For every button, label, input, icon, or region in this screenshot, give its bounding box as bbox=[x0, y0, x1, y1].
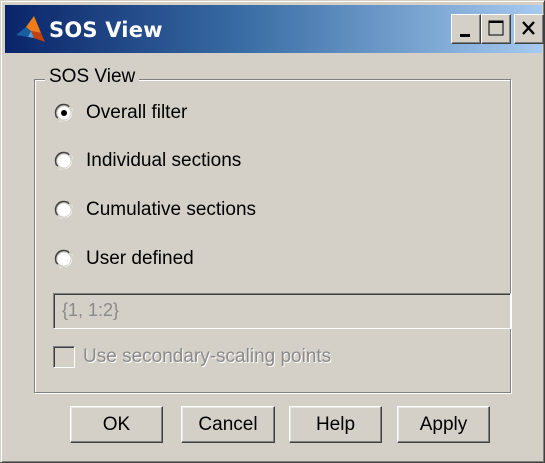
maximize-icon bbox=[488, 20, 504, 36]
window-title: SOS View bbox=[49, 18, 163, 42]
ok-button[interactable]: OK bbox=[70, 406, 163, 443]
minimize-icon bbox=[460, 34, 470, 37]
radio-label: Cumulative sections bbox=[86, 199, 257, 220]
title-bar[interactable]: SOS View bbox=[5, 5, 544, 53]
close-button[interactable] bbox=[514, 14, 544, 44]
radio-label: Overall filter bbox=[86, 102, 188, 123]
matlab-logo-icon bbox=[16, 16, 45, 42]
radio-cumulative-sections[interactable]: Cumulative sections bbox=[53, 196, 256, 224]
user-defined-sections-input[interactable]: {1, 1:2} bbox=[53, 293, 511, 329]
maximize-button[interactable] bbox=[481, 14, 511, 44]
secondary-scaling-label: Use secondary-scaling points bbox=[83, 346, 332, 367]
help-button[interactable]: Help bbox=[289, 406, 382, 443]
radio-selected-icon bbox=[54, 103, 74, 123]
radio-user-defined[interactable]: User defined bbox=[53, 245, 194, 273]
apply-button[interactable]: Apply bbox=[397, 406, 490, 443]
secondary-scaling-checkbox[interactable] bbox=[53, 346, 75, 368]
radio-individual-sections[interactable]: Individual sections bbox=[53, 147, 241, 175]
radio-unselected-icon bbox=[54, 249, 74, 269]
radio-label: Individual sections bbox=[86, 150, 242, 171]
radio-overall-filter[interactable]: Overall filter bbox=[53, 99, 187, 127]
radio-unselected-icon bbox=[54, 200, 74, 220]
cancel-button[interactable]: Cancel bbox=[181, 406, 275, 443]
groupbox-label: SOS View bbox=[45, 64, 140, 90]
secondary-scaling-checkbox-row[interactable]: Use secondary-scaling points bbox=[53, 344, 331, 370]
radio-label: User defined bbox=[86, 248, 194, 269]
sos-view-dialog: SOS View SOS View Overall filter Individ… bbox=[0, 0, 545, 463]
minimize-button[interactable] bbox=[451, 14, 481, 44]
close-icon bbox=[522, 21, 535, 35]
radio-unselected-icon bbox=[54, 151, 74, 171]
